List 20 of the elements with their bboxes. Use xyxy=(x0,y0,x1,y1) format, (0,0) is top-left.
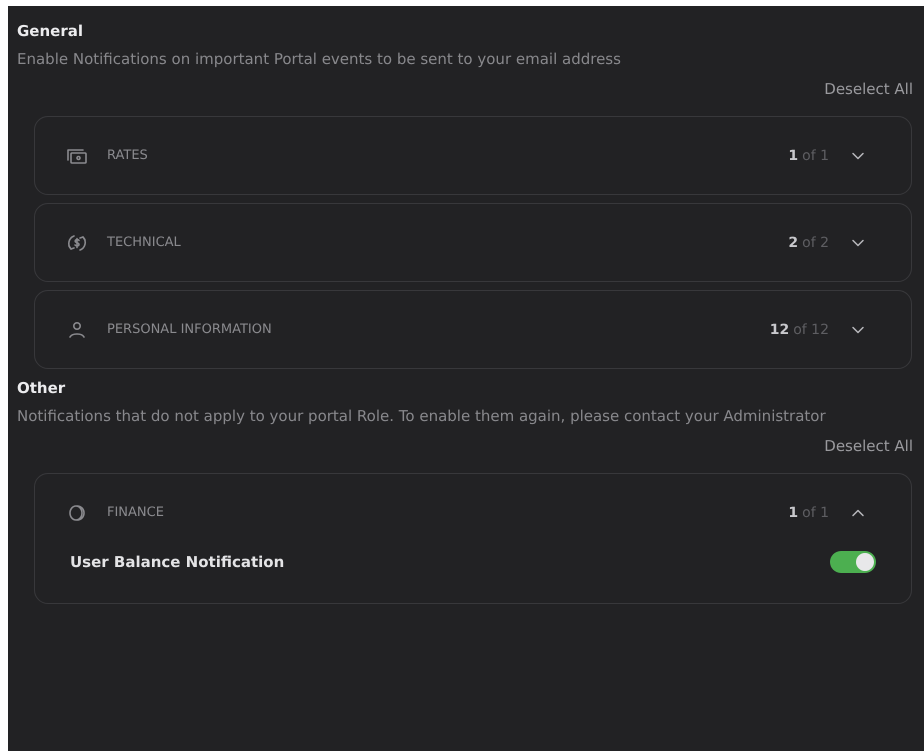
category-label[interactable]: FINANCE xyxy=(107,505,788,520)
category-label[interactable]: PERSONAL INFORMATION xyxy=(107,322,770,337)
selected-count: 1 xyxy=(788,504,798,520)
deselect-all-button[interactable]: Deselect All xyxy=(824,78,913,100)
toggle-switch[interactable] xyxy=(830,551,876,573)
category-label[interactable]: RATES xyxy=(107,148,788,163)
total-count: of 1 xyxy=(802,148,829,164)
section-title: Other xyxy=(17,378,66,399)
category-label[interactable]: TECHNICAL xyxy=(107,235,788,250)
selected-count: 2 xyxy=(788,234,798,250)
section-description: Enable Notifications on important Portal events to be sent to your email address xyxy=(17,49,622,70)
notification-label: User Balance Notification xyxy=(70,553,284,571)
total-count: of 2 xyxy=(802,234,829,250)
total-count: of 12 xyxy=(793,322,829,338)
section-title: General xyxy=(17,21,84,42)
total-count: of 1 xyxy=(802,504,829,520)
section-description: Notifications that do not apply to your portal Role. To enable them again, please contact your Administrator xyxy=(17,406,827,427)
selected-count: 1 xyxy=(788,148,798,164)
deselect-all-button[interactable]: Deselect All xyxy=(824,435,913,457)
selected-count: 12 xyxy=(770,322,790,338)
